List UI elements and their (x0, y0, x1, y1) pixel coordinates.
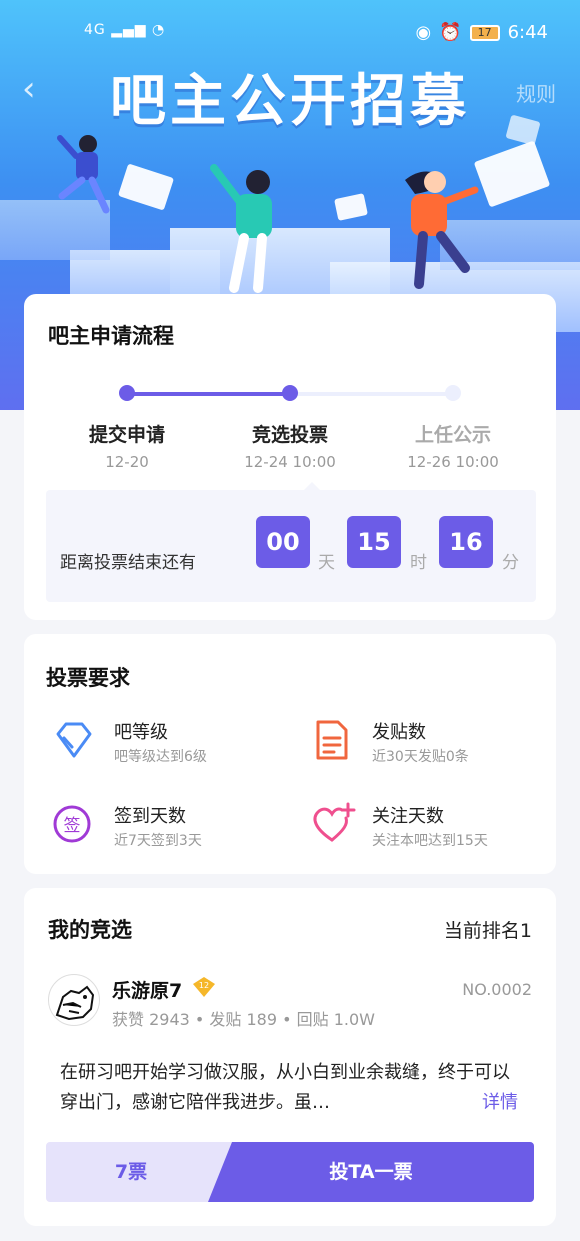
current-rank: 当前排名1 (443, 920, 532, 942)
network-type: 4G (84, 22, 106, 38)
application-process-card: 吧主申请流程 提交申请 12-20 竞选投票 12-24 10:00 上任公示 … (24, 294, 556, 620)
requirement-level: 吧等级 吧等级达到6级 (50, 716, 290, 776)
avatar-image (55, 985, 95, 1021)
step-dot-3 (445, 385, 461, 401)
requirement-desc: 近7天签到3天 (114, 833, 202, 849)
hours-unit: 时 (410, 553, 427, 573)
user-name[interactable]: 乐游原7 (112, 976, 182, 1003)
person-illustration-center (210, 164, 272, 293)
vote-countdown: 距离投票结束还有 00 天 15 时 16 分 (46, 482, 536, 602)
heart-plus-icon (313, 802, 356, 842)
campaign-title: 我的竞选 (48, 918, 132, 942)
requirement-posts: 发贴数 近30天发贴0条 (308, 716, 548, 776)
sign-in-icon-text: 签 (64, 816, 81, 836)
person-illustration-right (405, 171, 479, 289)
step-name: 竞选投票 (251, 424, 328, 446)
vote-button-label: 投TA一票 (329, 1161, 413, 1183)
requirement-name: 签到天数 (114, 806, 186, 827)
candidate-number: NO.0002 (462, 980, 532, 999)
requirement-name: 发贴数 (372, 722, 426, 743)
signal-indicator: 4G ▂▄▆ ◔ (84, 22, 166, 38)
requirements-title: 投票要求 (46, 666, 130, 690)
eye-icon: ◉ (415, 22, 432, 43)
requirement-name: 关注天数 (372, 806, 444, 827)
step-name: 提交申请 (88, 424, 165, 446)
page-title: 吧主公开招募 (110, 69, 470, 134)
requirement-signin: 签 签到天数 近7天签到3天 (50, 800, 290, 860)
document-icon (316, 720, 348, 760)
requirement-follow: 关注天数 关注本吧达到15天 (308, 800, 548, 860)
step-announce: 上任公示 12-26 10:00 (378, 420, 528, 471)
progress-fill (127, 392, 293, 396)
vote-button[interactable]: 投TA一票 (208, 1142, 534, 1202)
details-link[interactable]: 详情 (482, 1088, 518, 1114)
vote-requirements-card: 投票要求 吧等级 吧等级达到6级 发贴数 近30天发贴0条 签 签到天数 近7天… (24, 634, 556, 874)
status-bar: 4G ▂▄▆ ◔ ◉ ⏰ 17 6:44 (0, 0, 580, 64)
battery-icon: 17 (469, 24, 500, 41)
level-badge-icon: 12 (193, 977, 215, 997)
process-title: 吧主申请流程 (48, 324, 174, 348)
person-illustration-left (57, 135, 110, 214)
step-date: 12-20 (105, 453, 149, 471)
step-dot-2 (282, 385, 298, 401)
my-campaign-card: 我的竞选 当前排名1 乐游原7 12 获赞 2943 • 发贴 189 • 回贴… (24, 888, 556, 1226)
alarm-icon: ⏰ (439, 22, 462, 43)
step-date: 12-24 10:00 (244, 453, 336, 471)
requirement-desc: 关注本吧达到15天 (372, 833, 488, 849)
step-vote: 竞选投票 12-24 10:00 (215, 420, 365, 471)
requirement-desc: 近30天发贴0条 (372, 749, 469, 765)
days-unit: 天 (318, 553, 335, 573)
countdown-days: 00 (256, 516, 310, 568)
step-name: 上任公示 (414, 424, 491, 446)
campaign-description: 在研习吧开始学习做汉服，从小白到业余裁缝，终于可以穿出门，感谢它陪伴我进步。虽… (60, 1062, 510, 1113)
sign-in-icon: 签 (53, 805, 91, 843)
user-stats: 获赞 2943 • 发贴 189 • 回贴 1.0W (112, 1010, 376, 1029)
countdown-label: 距离投票结束还有 (60, 553, 196, 573)
requirement-desc: 吧等级达到6级 (114, 749, 207, 765)
step-dot-1 (119, 385, 135, 401)
level-text: 12 (199, 981, 209, 990)
step-submit: 提交申请 12-20 (52, 420, 202, 471)
requirement-name: 吧等级 (114, 722, 168, 743)
countdown-hours: 15 (347, 516, 401, 568)
clock: 6:44 (507, 22, 548, 43)
minutes-unit: 分 (502, 553, 519, 573)
rules-link[interactable]: 规则 (516, 78, 556, 107)
vote-count: 7票 (114, 1161, 148, 1183)
avatar[interactable] (48, 974, 100, 1026)
step-date: 12-26 10:00 (407, 453, 499, 471)
countdown-minutes: 16 (439, 516, 493, 568)
diamond-icon (56, 722, 92, 758)
vote-bar: 7票 投TA一票 (46, 1142, 534, 1202)
